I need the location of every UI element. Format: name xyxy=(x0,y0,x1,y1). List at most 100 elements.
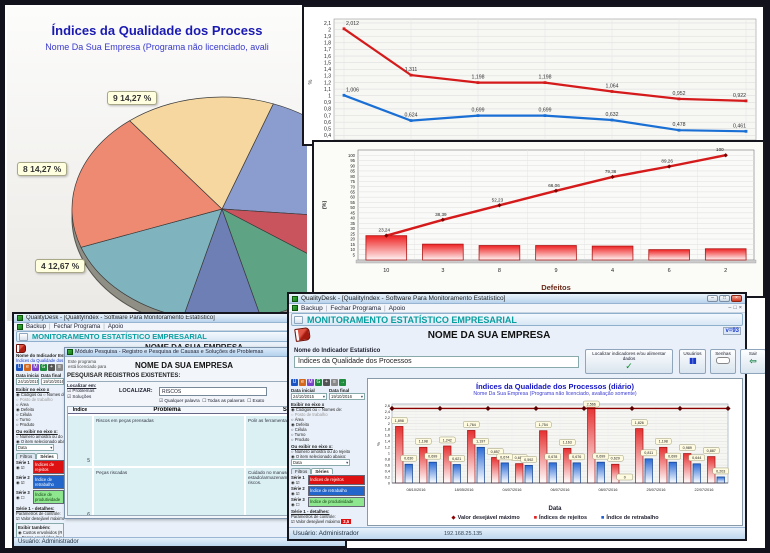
senhas-button[interactable]: Senhas xyxy=(710,349,736,374)
localizar-input[interactable]: RISCOS xyxy=(159,387,267,396)
item-dropdown[interactable]: Data▾ xyxy=(16,444,54,451)
toolbar-undo-icon[interactable]: U xyxy=(16,364,23,371)
pie-chart-subtitle: Nome Da Sua Empresa (Programa não licenc… xyxy=(7,42,307,52)
header-title: MONITORAMENTO ESTATÍSTICO EMPRESARIAL xyxy=(307,315,517,325)
svg-text:79,36: 79,36 xyxy=(605,169,617,174)
menu-item-2[interactable]: Apoio xyxy=(108,324,123,330)
svg-text:1,4: 1,4 xyxy=(324,67,331,73)
toolbar-undo-icon[interactable]: U xyxy=(291,379,298,386)
svg-text:Defeitos: Defeitos xyxy=(541,283,571,292)
svg-text:1,9: 1,9 xyxy=(324,34,331,40)
band-button[interactable] xyxy=(19,333,28,341)
serie-row-2[interactable]: Série 2◉ ☑Índice de retrabalho xyxy=(291,486,365,496)
sair-button[interactable]: Sair ⇦ xyxy=(740,349,765,374)
toolbar-add-icon[interactable]: + xyxy=(323,379,330,386)
version-badge: v=93 xyxy=(723,327,741,335)
svg-text:0,632: 0,632 xyxy=(606,112,619,118)
band-button[interactable] xyxy=(294,316,303,324)
toolbar-edit-icon[interactable]: e xyxy=(299,379,306,386)
item-dropdown[interactable]: Data▾ xyxy=(291,459,350,466)
svg-text:22/07/2016: 22/07/2016 xyxy=(694,488,713,492)
svg-text:0,4: 0,4 xyxy=(385,469,390,473)
option-5[interactable]: ○ Produto xyxy=(291,437,365,442)
svg-text:55: 55 xyxy=(350,200,355,205)
sidebar-toolbar: UeMG+≡→ xyxy=(291,379,365,386)
indicator-input[interactable]: Índices da Qualidade dos Processos xyxy=(294,356,579,368)
checkbox-solucoes[interactable]: ☑ Soluções xyxy=(67,394,96,400)
svg-text:100: 100 xyxy=(348,153,356,158)
data-inicial-dropdown[interactable]: 24/10/2015▾ xyxy=(16,378,39,385)
tab-series: Séries xyxy=(311,468,333,474)
app-icon xyxy=(17,315,23,321)
svg-text:1,197: 1,197 xyxy=(476,440,485,444)
license-note: Este programa está licenciado para xyxy=(68,359,106,369)
svg-text:1,198: 1,198 xyxy=(659,440,668,444)
serie-row-2[interactable]: Série 2◉ ☑Índice de retrabalho xyxy=(16,475,64,489)
svg-text:%: % xyxy=(308,79,314,84)
svg-text:25/07/2016: 25/07/2016 xyxy=(646,488,665,492)
filtros-series-tabs[interactable]: FiltrosSéries xyxy=(16,453,64,459)
svg-text:100: 100 xyxy=(716,147,724,152)
valor-desejavel-checkbox[interactable]: ☑ Valor desejável máximo 2,5 xyxy=(291,519,365,524)
svg-text:2: 2 xyxy=(388,422,390,426)
svg-text:0,2: 0,2 xyxy=(385,475,390,479)
serie-row-1[interactable]: Série 1◉ ☑Índices de rejeitos xyxy=(291,475,365,485)
data-final-dropdown[interactable]: 19/10/2016▾ xyxy=(41,378,64,385)
svg-text:1,754: 1,754 xyxy=(539,423,548,427)
menu-item-1[interactable]: Fechar Programa xyxy=(54,324,101,330)
filtros-series-tabs[interactable]: FiltrosSéries xyxy=(291,468,365,474)
toolbar-graph-icon[interactable]: G xyxy=(315,379,322,386)
valor-desejavel-checkbox[interactable]: ☑ Valor desejável máximo 2,5 xyxy=(16,516,64,521)
menu-item-2[interactable]: Apoio xyxy=(389,305,406,312)
toolbar-export-icon[interactable]: → xyxy=(339,379,346,386)
usuarios-button[interactable]: Usuários ▮▮ xyxy=(679,349,706,374)
svg-text:2,012: 2,012 xyxy=(346,21,359,27)
svg-text:0,9: 0,9 xyxy=(324,100,331,106)
radio-item-abaixo[interactable]: ◉ O item selecionado abaixo: xyxy=(16,439,64,444)
toolbar-module-icon[interactable]: M xyxy=(307,379,314,386)
data-inicial-dropdown[interactable]: 24/10/2015▾ xyxy=(291,393,327,400)
mdi-controls[interactable]: –□× xyxy=(728,305,742,311)
svg-text:1,898: 1,898 xyxy=(395,419,404,423)
exibir-tambem-box: Exibir também:◉ Custos envolvidos (R$)○ … xyxy=(16,523,64,538)
search-mode-checkboxes[interactable]: ☑ Qualquer palavra ☐ Todas as palavras ☐… xyxy=(159,398,264,404)
pie-chart-panel: Índices da Qualidade dos Process Nome Da… xyxy=(7,7,307,321)
svg-text:2,566: 2,566 xyxy=(587,402,596,406)
svg-text:0,629: 0,629 xyxy=(611,457,620,461)
maximize-button[interactable]: □ xyxy=(719,295,730,302)
svg-text:04/07/2016: 04/07/2016 xyxy=(502,488,521,492)
svg-text:1,198: 1,198 xyxy=(419,440,428,444)
menu-item-0[interactable]: Backup xyxy=(301,305,323,312)
data-final-dropdown[interactable]: 19/10/2016▾ xyxy=(329,393,365,400)
screenshot-frame: Índices da Qualidade dos Process Nome Da… xyxy=(0,0,770,553)
svg-text:3: 3 xyxy=(441,268,444,274)
toolbar-module-icon[interactable]: M xyxy=(32,364,39,371)
menu-item-0[interactable]: Backup xyxy=(26,324,46,330)
radio-item-abaixo[interactable]: ◉ O item selecionado abaixo: xyxy=(291,454,365,459)
svg-text:0,699: 0,699 xyxy=(668,455,677,459)
dialog-title: Módulo Pesquisa - Registro e Pesquisa de… xyxy=(75,349,263,355)
serie-row-3[interactable]: Série 3◉ ☐Índice de produtividade xyxy=(291,497,365,507)
titlebar[interactable]: QualityDesk - [QualityIndex - Software P… xyxy=(289,294,745,304)
serie-row-3[interactable]: Série 3◉ ☐Índice de produtividade xyxy=(16,490,64,504)
menu-item-1[interactable]: Fechar Programa xyxy=(330,305,381,312)
svg-text:0,857: 0,857 xyxy=(491,450,500,454)
toolbar-edit-icon[interactable]: e xyxy=(24,364,31,371)
minimize-button[interactable]: – xyxy=(707,295,718,302)
toolbar-print-icon[interactable]: ≡ xyxy=(331,379,338,386)
localizar-indicadores-button[interactable]: Localizar indicadores e/ou alimentar dad… xyxy=(585,349,673,374)
toolbar-graph-icon[interactable]: G xyxy=(40,364,47,371)
close-button[interactable]: × xyxy=(731,295,742,302)
svg-text:2,1: 2,1 xyxy=(324,21,331,27)
toolbar-print-icon[interactable]: ≡ xyxy=(56,364,63,371)
option-5[interactable]: ○ Produto xyxy=(16,422,64,427)
toolbar-add-icon[interactable]: + xyxy=(48,364,55,371)
daily-chart-subtitle: Nome Da Sua Empresa (Programa não licenc… xyxy=(368,391,742,397)
svg-text:0,678: 0,678 xyxy=(548,455,557,459)
svg-text:89,26: 89,26 xyxy=(661,158,673,163)
svg-text:0: 0 xyxy=(624,475,626,479)
pareto-chart-window: 5101520253035404550556065707580859095100… xyxy=(312,140,765,298)
serie-row-1[interactable]: Série 1◉ ☑Índices de rejeitos xyxy=(16,460,64,474)
svg-text:23,24: 23,24 xyxy=(379,228,391,233)
svg-text:0,461: 0,461 xyxy=(733,123,746,129)
